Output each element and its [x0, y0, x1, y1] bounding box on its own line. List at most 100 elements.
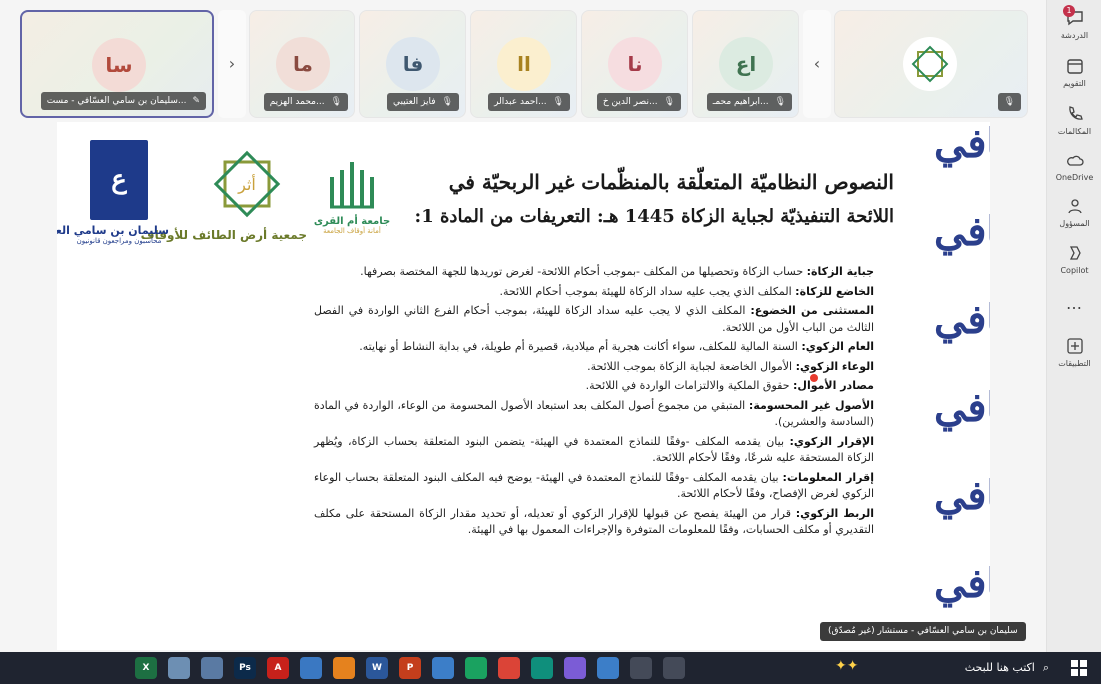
- cloud-icon: [1066, 155, 1084, 166]
- taskbar-app-icon[interactable]: [168, 657, 190, 679]
- search-placeholder: اكتب هنا للبحث: [964, 661, 1035, 674]
- participants-strip: سا سليمان بن سامي العسّافي - مست... ✎ › …: [18, 10, 1030, 118]
- taskbar-app-icon[interactable]: [630, 657, 652, 679]
- taskbar-app-icon[interactable]: [663, 657, 685, 679]
- rail-item-label: الدردشة: [1060, 31, 1089, 40]
- mic-muted-icon: 🎙: [441, 97, 453, 107]
- definition-item: المستثنى من الخضوع: المكلف الذي لا يجب ع…: [314, 303, 874, 336]
- taskbar-app-icon[interactable]: X: [135, 657, 157, 679]
- awqaf-mark: أثر: [237, 174, 256, 194]
- taskbar-app-icon[interactable]: [531, 657, 553, 679]
- participant-tile-presenter[interactable]: سا سليمان بن سامي العسّافي - مست... ✎: [20, 10, 214, 118]
- taskbar-app-icon[interactable]: [498, 657, 520, 679]
- avatar: فا: [386, 37, 440, 91]
- avatar: سا: [92, 38, 146, 92]
- tiles-next-arrow[interactable]: ›: [218, 10, 246, 118]
- taskbar-app-icon[interactable]: [201, 657, 223, 679]
- participant-namebar: 🎙: [997, 93, 1021, 111]
- participant-namebar: نصر الدين خ... 🎙: [596, 93, 681, 111]
- taskbar-app-icon[interactable]: Ps: [234, 657, 256, 679]
- tiles-prev-arrow[interactable]: ‹: [803, 10, 831, 118]
- taskbar-app-icon[interactable]: [597, 657, 619, 679]
- taskbar-app-icon[interactable]: [300, 657, 322, 679]
- definition-term: الربط الزكوي:: [795, 506, 874, 520]
- definition-term: الإقرار الزكوي:: [789, 434, 874, 448]
- taskbar-app-icon[interactable]: A: [267, 657, 289, 679]
- rail-item-calendar[interactable]: التقويم: [1047, 56, 1101, 88]
- definition-item: الإقرار الزكوي: بيان يقدمه المكلف -وفقًا…: [314, 434, 874, 467]
- participant-namebar: احمد عبدالر... 🎙: [488, 93, 570, 111]
- definition-term: الوعاء الزكوي:: [795, 359, 874, 373]
- definition-term: المستثنى من الخضوع:: [750, 304, 874, 317]
- rail-item-label: Copilot: [1060, 266, 1089, 275]
- definition-term: إقرار المعلومات:: [782, 470, 874, 484]
- definition-text: المكلف الذي يجب عليه سداد الزكاة للهيئة …: [499, 284, 796, 298]
- rail-item-onedrive[interactable]: OneDrive: [1047, 150, 1101, 182]
- admin-icon: [1067, 199, 1082, 214]
- rail-item-copilot[interactable]: Copilot: [1047, 243, 1101, 275]
- definition-item: مصادر الأموال: حقوق الملكية والالتزامات …: [314, 378, 874, 395]
- awqaf-name: جمعية أرض الطائف للأوقاف: [140, 228, 307, 242]
- taskbar-app-icon[interactable]: [432, 657, 454, 679]
- definition-term: العام الزكوي:: [801, 340, 874, 353]
- participant-tile[interactable]: ما محمد الهزيم... 🎙: [249, 10, 355, 118]
- unread-badge: 1: [1063, 5, 1075, 17]
- rail-item-calls[interactable]: المكالمات: [1047, 104, 1101, 136]
- participant-namebar: فايز العتيبي 🎙: [386, 93, 459, 111]
- shared-slide: عسافي عسافي عسافي عسافي عسافي عسافي النص…: [57, 122, 990, 650]
- avatar: اا: [497, 37, 551, 91]
- definition-item: جباية الزكاة: حساب الزكاة وتحصيلها من ال…: [314, 264, 874, 281]
- definition-item: الربط الزكوي: قرار من الهيئة يفصح عن قبو…: [314, 506, 874, 539]
- avatar: ما: [276, 37, 330, 91]
- rail-more-button[interactable]: …: [1047, 294, 1101, 313]
- taskbar-app-icon[interactable]: [564, 657, 586, 679]
- participant-tile[interactable]: نا نصر الدين خ... 🎙: [581, 10, 688, 118]
- rail-item-label: المسؤول: [1059, 219, 1090, 228]
- rail-item-chat[interactable]: 1 الدردشة: [1047, 5, 1101, 40]
- avatar: اع: [719, 37, 773, 91]
- laser-pointer: [810, 374, 818, 382]
- app-rail: 1 الدردشة التقويم المكالمات OneDrive الم…: [1046, 0, 1101, 652]
- assafi-mark-icon: ع: [90, 140, 148, 220]
- pattern-text: عسافي: [934, 122, 990, 167]
- avatar: نا: [608, 37, 662, 91]
- participant-name: نصر الدين خ...: [602, 97, 658, 107]
- participant-name: سليمان بن سامي العسّافي - مست...: [46, 96, 187, 106]
- mic-muted-icon: 🎙: [1003, 97, 1015, 107]
- participant-tile[interactable]: فا فايز العتيبي 🎙: [359, 10, 466, 118]
- copilot-sparkle-icon[interactable]: ✦✦: [835, 658, 875, 678]
- pattern-text: عسافي: [934, 472, 990, 519]
- rail-item-label: التطبيقات: [1058, 359, 1091, 368]
- more-icon: …: [1066, 294, 1083, 313]
- umm-alqura-logo: جامعة أم القرى أمانة أوقاف الجامعة: [307, 152, 397, 252]
- definitions-list: جباية الزكاة: حساب الزكاة وتحصيلها من ال…: [314, 264, 874, 542]
- participant-namebar: محمد الهزيم... 🎙: [263, 93, 348, 111]
- participant-name: محمد الهزيم...: [269, 97, 325, 107]
- windows-start-button[interactable]: [1071, 660, 1087, 676]
- participant-namebar: ابراهيم محمـ... 🎙: [706, 93, 792, 111]
- mic-muted-icon: 🎙: [330, 97, 342, 107]
- rail-item-apps[interactable]: التطبيقات: [1047, 336, 1101, 368]
- mic-muted-icon: 🎙: [552, 97, 564, 107]
- rail-item-admin[interactable]: المسؤول: [1047, 196, 1101, 228]
- participant-name: فايز العتيبي: [392, 97, 436, 107]
- participant-tile-org[interactable]: 🎙: [834, 10, 1028, 118]
- taskbar-app-icon[interactable]: [333, 657, 355, 679]
- taskbar-app-icon[interactable]: P: [399, 657, 421, 679]
- umm-alqura-mark-icon: [330, 162, 374, 209]
- rail-item-label: OneDrive: [1055, 173, 1094, 182]
- taskbar-app-icon[interactable]: W: [366, 657, 388, 679]
- pattern-text: عسافي: [934, 560, 990, 607]
- participant-tile[interactable]: اا احمد عبدالر... 🎙: [470, 10, 577, 118]
- participant-name: احمد عبدالر...: [494, 97, 547, 107]
- search-icon: ⌕: [1042, 661, 1049, 674]
- umm-alqura-sub: أمانة أوقاف الجامعة: [323, 227, 381, 235]
- chevron-right-icon: ›: [228, 54, 236, 73]
- pattern-text: عسافي: [934, 384, 990, 431]
- definition-text: السنة المالية للمكلف، سواء أكانت هجرية أ…: [359, 340, 802, 353]
- taskbar-app-icon[interactable]: [465, 657, 487, 679]
- participant-tile[interactable]: اع ابراهيم محمـ... 🎙: [692, 10, 799, 118]
- umm-alqura-name: جامعة أم القرى: [313, 216, 391, 227]
- definition-term: جباية الزكاة:: [806, 265, 874, 278]
- awqaf-star-icon: أثر: [213, 150, 281, 218]
